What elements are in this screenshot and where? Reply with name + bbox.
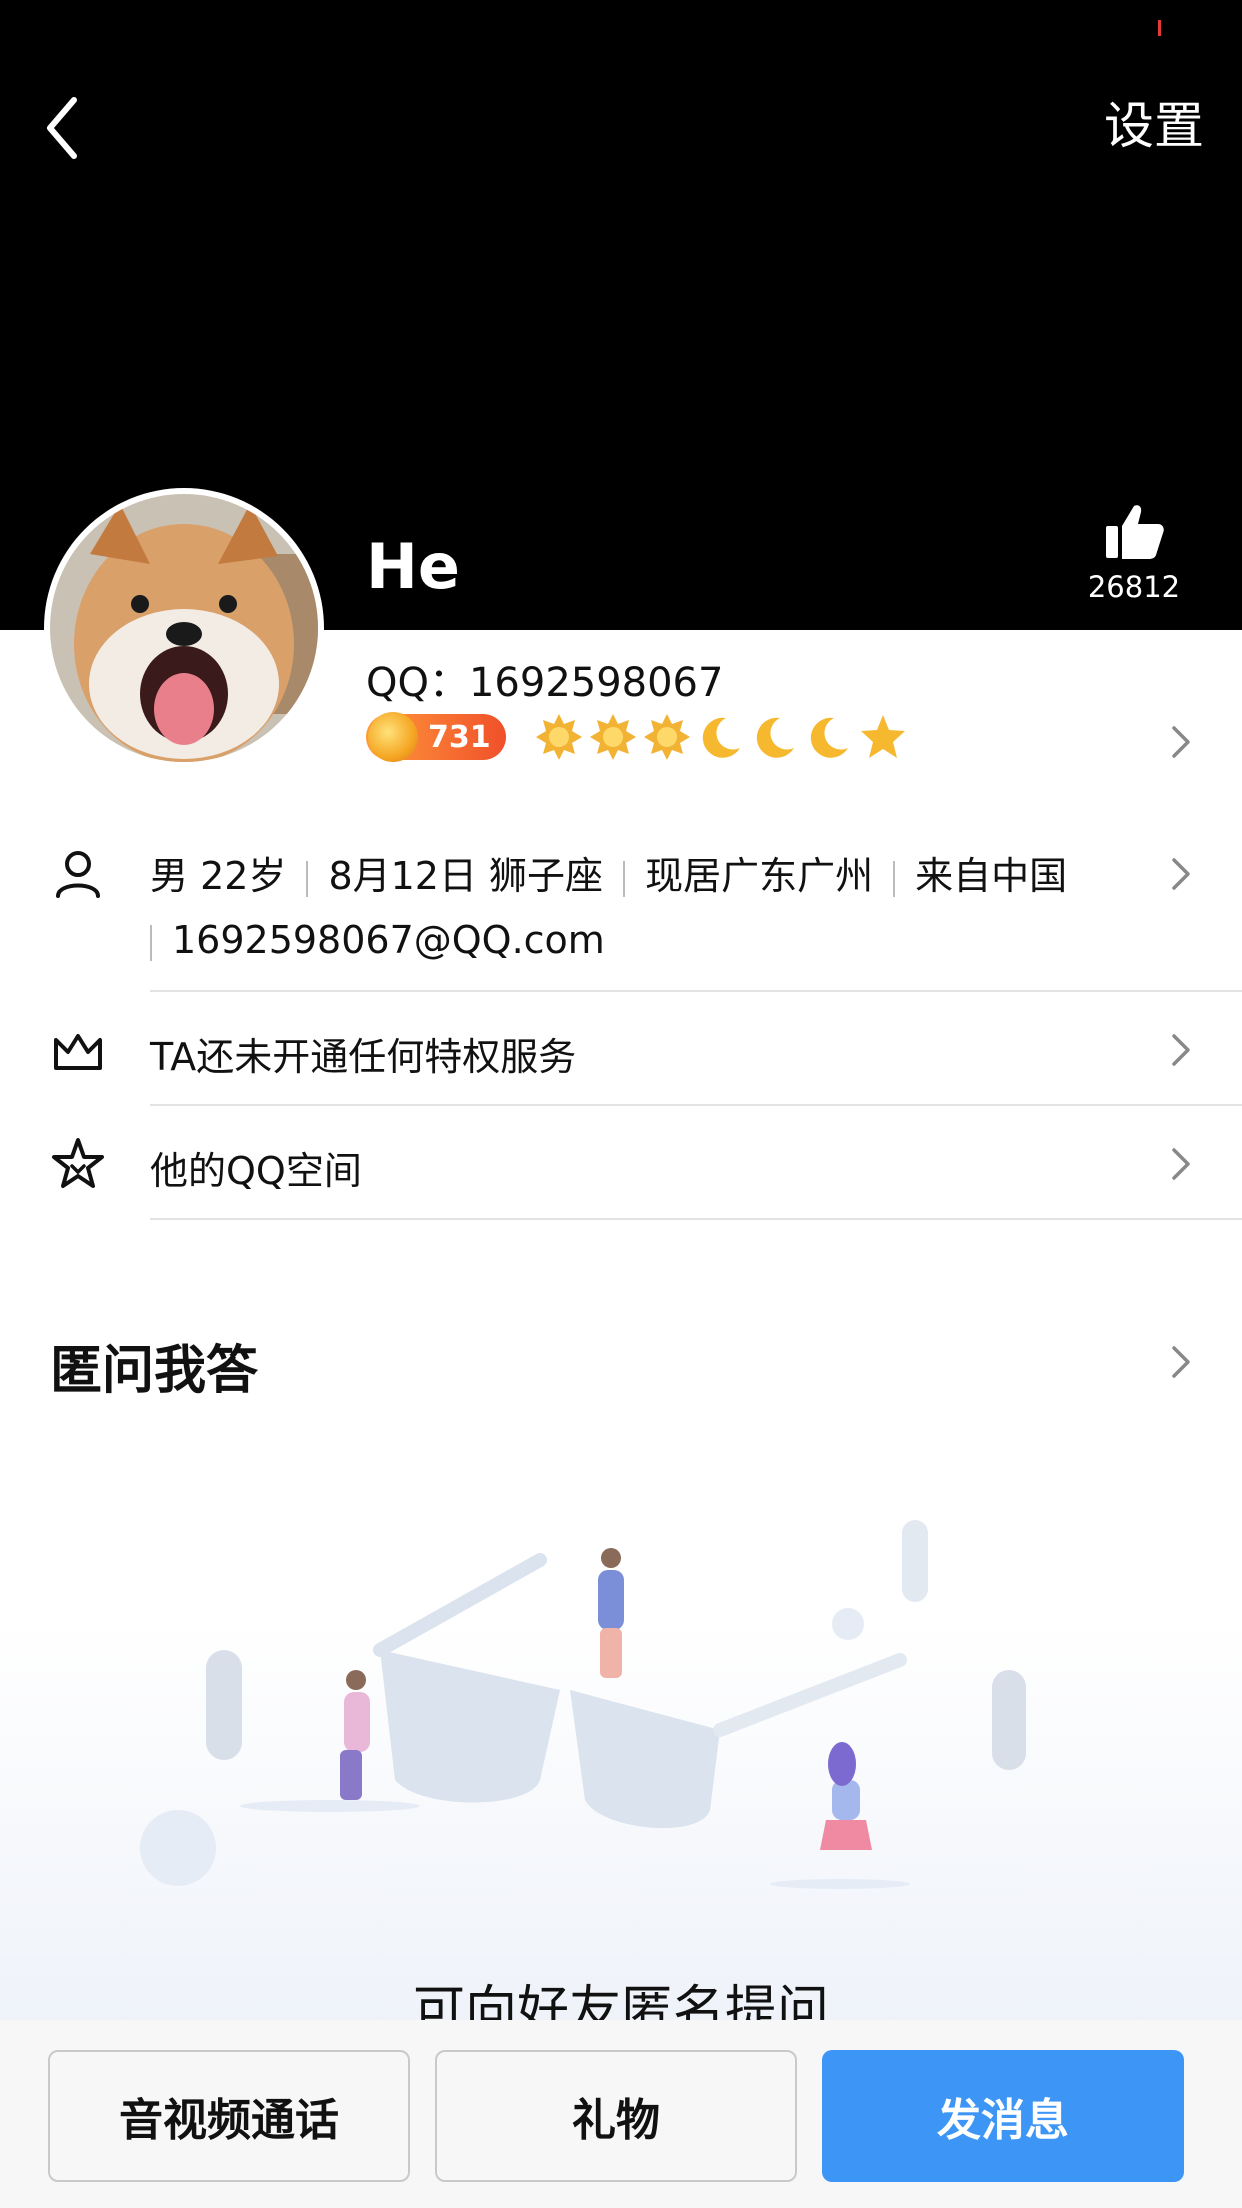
- divider: [150, 1218, 1242, 1220]
- chevron-right-icon[interactable]: [1168, 1030, 1194, 1070]
- moon-icon: [696, 712, 746, 762]
- chevron-right-icon[interactable]: [1168, 1342, 1194, 1382]
- video-call-button[interactable]: 音视频通话: [48, 2050, 410, 2182]
- dog-avatar-image: [50, 494, 318, 762]
- recording-indicator: [1158, 20, 1161, 36]
- privilege-row[interactable]: TA还未开通任何特权服务: [150, 1026, 576, 1081]
- separator: [623, 860, 626, 897]
- send-message-button[interactable]: 发消息: [822, 2050, 1184, 2182]
- separator: [306, 860, 309, 897]
- level-badge: 731: [366, 712, 506, 762]
- moon-icon: [804, 712, 854, 762]
- nickname: He: [366, 530, 460, 603]
- person-icon: [56, 851, 100, 898]
- chevron-right-icon[interactable]: [1168, 854, 1194, 894]
- sun-icon: [534, 712, 584, 762]
- star-icon: [52, 1138, 104, 1188]
- gift-button[interactable]: 礼物: [435, 2050, 797, 2182]
- like-count: 26812: [1087, 570, 1181, 604]
- birthday: 8月12日 狮子座: [328, 854, 604, 898]
- qzone-row[interactable]: 他的QQ空间: [150, 1140, 362, 1195]
- separator: [893, 860, 896, 897]
- level-number: 731: [428, 720, 491, 755]
- residence: 现居广东广州: [645, 854, 874, 898]
- divider: [150, 990, 1242, 992]
- level-row[interactable]: 731: [366, 712, 912, 762]
- back-button[interactable]: [40, 88, 100, 168]
- origin: 来自中国: [915, 854, 1068, 898]
- sun-icon: [642, 712, 692, 762]
- chevron-right-icon[interactable]: [1168, 722, 1194, 762]
- avatar[interactable]: [44, 488, 324, 768]
- coin-icon: [368, 712, 418, 762]
- section-title: 匿问我答: [50, 1341, 259, 1401]
- anonymous-question-illustration: [140, 1520, 1026, 1889]
- divider: [150, 1104, 1242, 1106]
- basic-info[interactable]: 男 22岁 8月12日 狮子座 现居广东广州 来自中国 1692598067@QQ.c…: [150, 844, 1130, 972]
- like-button[interactable]: 26812: [1064, 500, 1204, 604]
- star-level-icon: [858, 712, 908, 762]
- settings-button[interactable]: 设置: [1104, 96, 1204, 156]
- qq-number: QQ：1692598067: [366, 660, 724, 706]
- back-arrow-icon: [47, 97, 77, 159]
- separator: [150, 924, 152, 961]
- gender-age: 男 22岁: [150, 854, 287, 898]
- email: 1692598067@QQ.com: [172, 918, 605, 962]
- thumbs-up-icon: [1106, 505, 1164, 559]
- moon-icon: [750, 712, 800, 762]
- sun-icon: [588, 712, 638, 762]
- chevron-right-icon[interactable]: [1168, 1144, 1194, 1184]
- level-icons: [534, 712, 912, 762]
- crown-icon: [54, 1034, 102, 1070]
